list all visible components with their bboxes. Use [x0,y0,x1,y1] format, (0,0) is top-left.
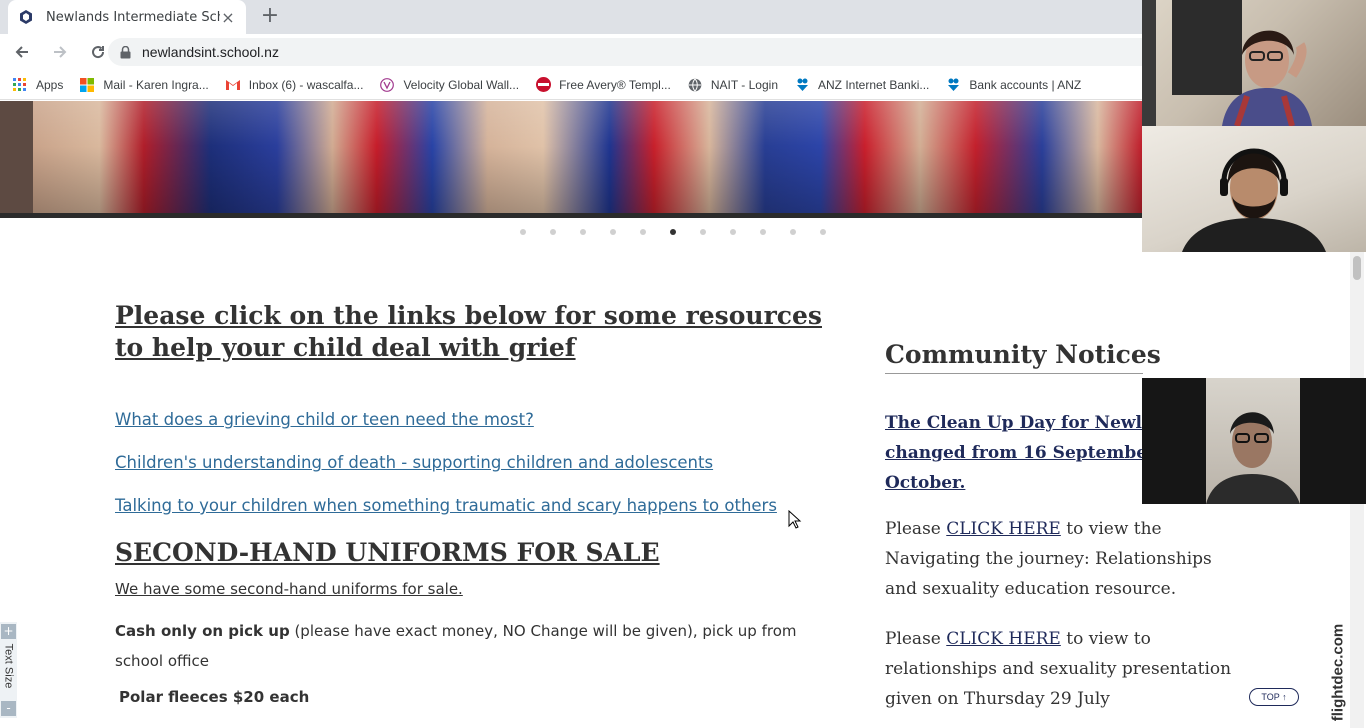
community-notices-title: Community Notices [885,340,1161,374]
bookmark-nait[interactable]: NAIT - Login [687,77,778,93]
link-understanding-death[interactable]: Children's understanding of death - supp… [115,453,713,472]
uniforms-subtitle: We have some second-hand uniforms for sa… [115,580,463,598]
video-tile-participant-2 [1142,126,1366,252]
new-tab-button[interactable]: + [258,5,282,29]
notice-presentation: Please CLICK HERE to view to relationshi… [885,629,1232,709]
anz-icon [945,77,961,93]
bookmark-label: Velocity Global Wall... [403,77,520,92]
cash-paragraph: Cash only on pick up (please have exact … [115,616,835,676]
back-button[interactable] [6,36,38,68]
carousel-dot[interactable] [820,229,826,235]
bookmark-label: NAIT - Login [710,77,778,92]
bookmark-label: Inbox (6) - wascalfa... [248,77,364,92]
school-favicon-icon [18,9,34,25]
bookmark-label: ANZ Internet Banki... [818,77,930,92]
bookmark-apps[interactable]: Apps [12,77,63,93]
forward-button[interactable] [44,36,76,68]
carousel-dot[interactable] [610,229,616,235]
avery-icon [535,77,551,93]
bookmark-avery[interactable]: Free Avery® Templ... [535,77,671,93]
participant-1-video [1142,0,1312,126]
notice-navigating-journey: Please CLICK HERE to view the Navigating… [885,519,1212,599]
grief-resources-heading[interactable]: Please click on the links below for some… [115,300,835,364]
close-tab-icon[interactable]: × [220,8,236,27]
click-here-link[interactable]: CLICK HERE [946,629,1061,649]
flightdec-logo[interactable]: flightdec.com [1328,623,1348,721]
mouse-cursor-icon [788,510,802,529]
back-to-top-button[interactable]: TOP ↑ [1249,688,1299,706]
participant-3-video [1206,378,1300,504]
bookmark-label: Bank accounts | ANZ [969,77,1082,92]
text-size-decrease-button[interactable]: - [1,701,16,716]
scrollbar-thumb[interactable] [1353,256,1361,280]
reload-icon [92,46,105,59]
tab-title: Newlands Intermediate School [46,9,220,25]
carousel-dots [520,229,850,235]
bookmark-velocity[interactable]: Velocity Global Wall... [379,77,519,93]
carousel-dot[interactable] [640,229,646,235]
text-size-label: Text Size [2,643,15,689]
bookmark-anz-accounts[interactable]: Bank accounts | ANZ [945,77,1081,93]
bookmark-mail[interactable]: Mail - Karen Ingra... [79,77,209,93]
carousel-dot[interactable] [700,229,706,235]
link-grieving-child[interactable]: What does a grieving child or teen need … [115,410,534,429]
cash-bold-text: Cash only on pick up [115,622,290,640]
text-size-widget: + Text Size - [0,622,17,718]
click-here-link[interactable]: CLICK HERE [946,519,1061,539]
carousel-dot[interactable] [580,229,586,235]
text-size-increase-button[interactable]: + [1,624,16,639]
main-content: Please click on the links below for some… [115,300,835,706]
bookmark-label: Free Avery® Templ... [559,77,671,92]
forward-arrow-icon [54,46,67,58]
video-tile-participant-1 [1142,0,1366,126]
anz-icon [794,77,810,93]
bookmark-label: Apps [36,77,64,92]
bookmark-label: Mail - Karen Ingra... [103,77,209,92]
carousel-dot[interactable] [520,229,526,235]
globe-icon [687,77,703,93]
carousel-dot[interactable] [730,229,736,235]
fleece-price: Polar fleeces $20 each [119,688,310,706]
back-arrow-icon [15,46,28,58]
carousel-dot[interactable] [760,229,766,235]
hero-carousel-image [0,101,1142,218]
carousel-dot[interactable] [790,229,796,235]
apps-grid-icon [12,77,28,93]
uniforms-heading: SECOND-HAND UNIFORMS FOR SALE [115,538,660,567]
video-tile-participant-3 [1142,378,1366,504]
participant-2-video [1182,148,1326,252]
velocity-icon [379,77,395,93]
lock-icon [120,45,132,59]
tab-newlands[interactable]: Newlands Intermediate School × [8,0,246,34]
microsoft-icon [79,77,95,93]
carousel-dot[interactable] [670,229,676,235]
community-notices: Community Notices The Clean Up Day for N… [885,340,1245,709]
bookmark-inbox[interactable]: Inbox (6) - wascalfa... [225,77,364,93]
carousel-dot[interactable] [550,229,556,235]
gmail-icon [225,77,241,93]
url-text: newlandsint.school.nz [142,44,279,60]
bookmark-anz-internet[interactable]: ANZ Internet Banki... [794,77,929,93]
link-traumatic-events[interactable]: Talking to your children when something … [115,496,777,515]
